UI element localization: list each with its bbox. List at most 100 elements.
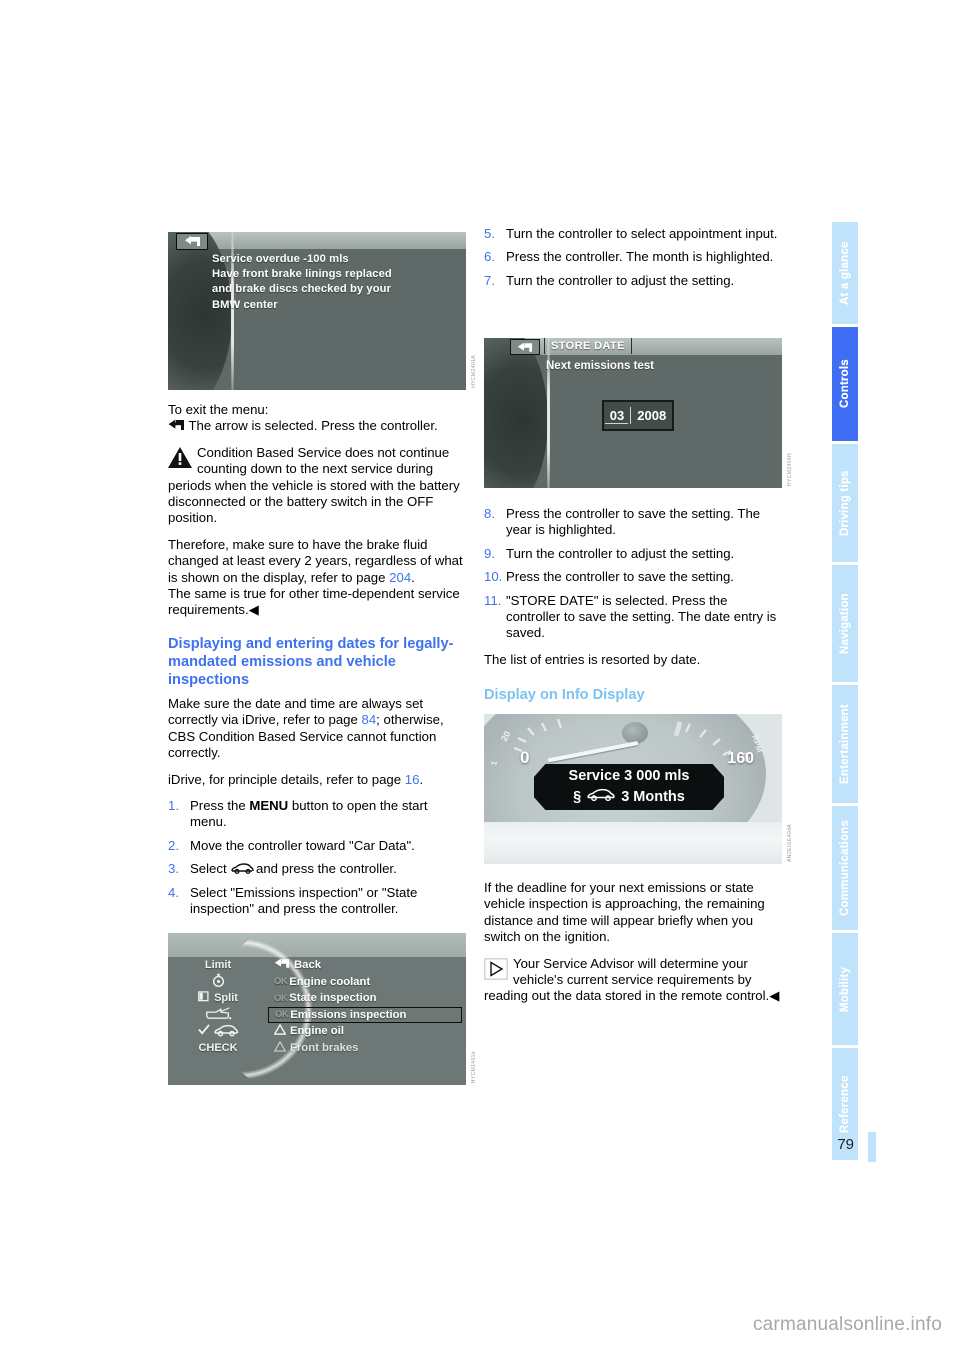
list-item: 4. Select "Emissions inspection" or "Sta… [168, 885, 464, 918]
end-marker-icon: ◀ [248, 602, 259, 618]
step-text-pre: Select [190, 861, 231, 877]
sidebar-item-driving-tips[interactable]: Driving tips [832, 444, 858, 562]
store-date-button[interactable]: STORE DATE [544, 338, 632, 354]
step-number: 4. [168, 884, 179, 900]
step-text: Move the controller toward "Car Data". [190, 837, 415, 853]
page-ref-16[interactable]: 16 [405, 772, 420, 787]
menu-left-label: CHECK [198, 1041, 238, 1054]
list-item: 2. Move the controller toward "Car Data"… [168, 838, 464, 854]
car-icon [586, 787, 616, 806]
menu-item-label: Back [294, 959, 322, 972]
time-dependent-text: The same is true for other time-dependen… [168, 586, 460, 618]
menu-left-column: Limit Split CHECK [168, 957, 268, 1085]
page-ref-84[interactable]: 84 [362, 712, 377, 727]
menu-left-item-car-data[interactable] [168, 1023, 268, 1040]
step-text: Press the controller to save the setting… [506, 569, 734, 585]
year-value[interactable]: 2008 [633, 408, 671, 423]
steps-list-8-11: 8. Press the controller to save the sett… [484, 506, 780, 642]
menu-item-label: State inspection [289, 992, 377, 1005]
split-icon [198, 991, 209, 1005]
warning-triangle-icon [273, 1023, 287, 1038]
menu-item-front-brakes[interactable]: Front brakes [268, 1040, 466, 1057]
menu-item-emissions-inspection[interactable]: OK Emissions inspection [268, 1006, 462, 1023]
inspection-symbol: § [573, 788, 582, 805]
menu-item-label: Front brakes [290, 1041, 359, 1054]
cbs-message-text: Service overdue -100 mls Have front brak… [212, 252, 458, 313]
check-icon [197, 1024, 210, 1038]
step-number: 6. [484, 249, 495, 265]
brake-fluid-text-a: Therefore, make sure to have the brake f… [168, 536, 463, 585]
intro-paragraph: Make sure the date and time are always s… [168, 696, 464, 762]
menu-right-column: Back OK Engine coolant OK State inspecti… [268, 957, 466, 1085]
cbs-message-line-3: and brake discs checked by your [212, 283, 392, 296]
deadline-paragraph: If the deadline for your next emissions … [484, 880, 765, 945]
menu-left-item-oil[interactable] [168, 1007, 268, 1024]
sidebar-item-label: Driving tips [839, 470, 851, 536]
back-arrow-icon [274, 958, 290, 972]
left-text-column: To exit the menu: The arrow is selected.… [168, 402, 464, 927]
store-date-subtitle: Next emissions test [546, 360, 655, 372]
step-number: 11. [484, 592, 502, 608]
menu-top-band [168, 933, 466, 957]
menu-left-item-limit[interactable]: Limit [168, 957, 268, 974]
step-number: 3. [168, 861, 179, 877]
step-text-post: and press the controller. [252, 861, 397, 877]
list-item: 8. Press the controller to save the sett… [484, 506, 780, 539]
date-entry-field[interactable]: 03 2008 [602, 400, 674, 431]
sidebar-item-navigation[interactable]: Navigation [832, 565, 858, 682]
figure-cbs-service-message: Service overdue -100 mls Have front brak… [168, 232, 477, 390]
menu-left-label: Limit [204, 959, 232, 972]
figure-caption: HYCM2404H [787, 452, 793, 486]
menu-left-item-check[interactable]: CHECK [168, 1040, 268, 1057]
step-text-pre: Press the [190, 797, 250, 813]
list-item: 7. Turn the controller to adjust the set… [484, 273, 780, 289]
section-tab-rail: At a glance Controls Driving tips Naviga… [832, 222, 858, 1160]
menu-item-back[interactable]: Back [268, 957, 466, 974]
menu-left-item-split[interactable]: Split [168, 990, 268, 1007]
subsection-heading: Display on Info Display [484, 687, 645, 704]
list-item: 5. Turn the controller to select appoint… [484, 226, 780, 242]
resort-paragraph: The list of entries is resorted by date. [484, 651, 701, 667]
advisor-note: Your Service Advisor will determine your… [484, 956, 780, 1005]
idrive-text-b: . [419, 771, 424, 787]
idrive-swirl-graphic [484, 338, 550, 488]
car-icon [213, 1023, 239, 1040]
advisor-note-text: Your Service Advisor will determine your… [484, 955, 770, 1004]
back-arrow-icon[interactable] [510, 339, 540, 355]
sidebar-item-at-a-glance[interactable]: At a glance [832, 222, 858, 324]
menu-left-item-clock[interactable] [168, 973, 268, 991]
idrive-text-a: iDrive, for principle details, refer to … [168, 771, 405, 787]
sidebar-item-mobility[interactable]: Mobility [832, 933, 858, 1045]
list-item: 6. Press the controller. The month is hi… [484, 249, 780, 265]
end-marker-icon: ◀ [769, 988, 780, 1004]
right-text-column-bottom: If the deadline for your next emissions … [484, 880, 780, 1015]
step-text: Press the MENU button to open the start … [190, 798, 464, 831]
menu-item-state-inspection[interactable]: OK State inspection [268, 990, 466, 1007]
sidebar-item-communications[interactable]: Communications [832, 806, 858, 930]
step-number: 1. [168, 797, 179, 813]
info-display-line-2: § 3 Months [534, 787, 724, 806]
back-arrow-icon[interactable] [176, 233, 208, 250]
step-number: 5. [484, 226, 495, 241]
sidebar-item-controls[interactable]: Controls [832, 327, 858, 441]
step-text: Select and press the controller. [190, 861, 464, 877]
menu-item-engine-oil[interactable]: Engine oil [268, 1023, 466, 1040]
figure-caption: ANZEIGE40dA [787, 823, 793, 862]
steps-list-5-7: 5. Turn the controller to select appoint… [484, 226, 780, 289]
sidebar-item-entertainment[interactable]: Entertainment [832, 685, 858, 803]
idrive-paragraph: iDrive, for principle details, refer to … [168, 772, 464, 788]
page-ref-204[interactable]: 204 [389, 570, 411, 585]
step-text: Turn the controller to adjust the settin… [506, 272, 735, 288]
month-value[interactable]: 03 [604, 408, 629, 424]
step-text: Turn the controller to adjust the settin… [506, 545, 735, 561]
svg-text:1: 1 [489, 759, 499, 766]
menu-item-label: Engine oil [290, 1025, 344, 1038]
sidebar-item-label: At a glance [839, 241, 851, 305]
oil-can-icon [203, 1006, 233, 1024]
info-display-line-1: Service 3 000 mls [568, 768, 690, 784]
menu-item-engine-coolant[interactable]: OK Engine coolant [268, 974, 466, 991]
play-triangle-icon [484, 957, 508, 980]
figure-info-display: 20 1 60 RPM 0 160 Service 3 000 mls § 3 … [484, 714, 793, 864]
sidebar-item-label: Reference [839, 1075, 851, 1133]
site-watermark: carmanualsonline.info [752, 1314, 942, 1335]
